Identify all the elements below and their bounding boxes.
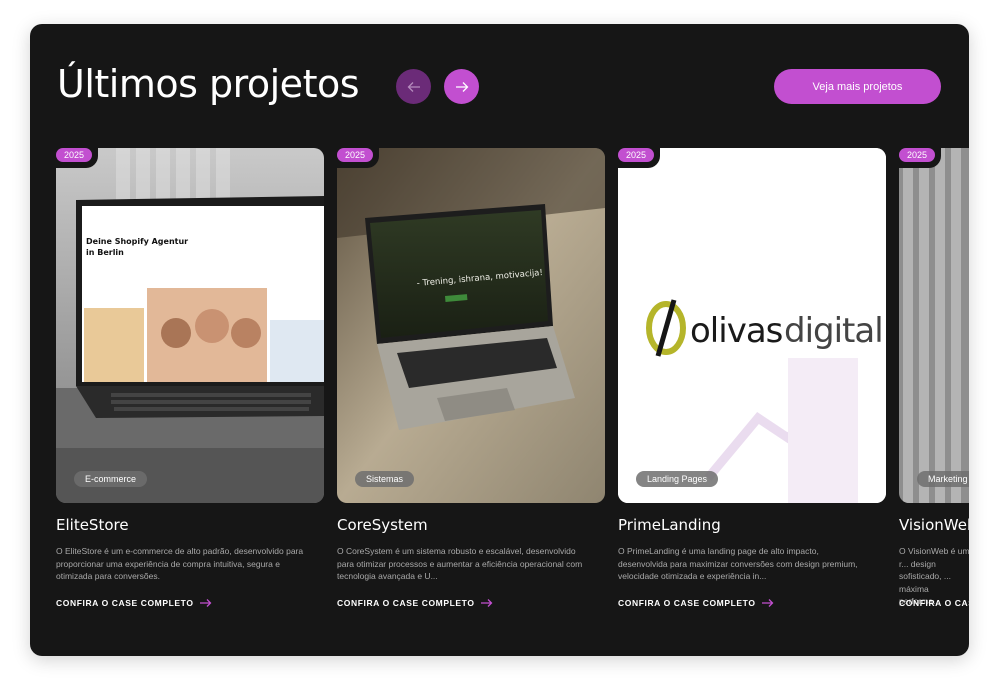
svg-text:Deine Shopify Agentur: Deine Shopify Agentur	[86, 237, 188, 246]
arrow-right-icon	[480, 599, 492, 607]
arrow-left-icon	[407, 81, 420, 92]
case-link[interactable]: CONFIRA O CASE COMPLETO	[618, 598, 774, 608]
project-description: O CoreSystem é um sistema robusto e esca…	[337, 546, 583, 581]
project-description: O PrimeLanding é uma landing page de alt…	[618, 546, 858, 581]
logo-text-olivas: olivas	[690, 311, 783, 351]
project-image[interactable]	[899, 148, 969, 503]
arrow-right-icon	[455, 81, 468, 92]
category-pill: Landing Pages	[636, 471, 719, 487]
arrow-right-icon	[761, 599, 773, 607]
year-badge: 2025	[333, 144, 380, 168]
laptop-mockup-image: - Trening, ishrana, motivacija!	[337, 148, 605, 503]
case-link[interactable]: CONFIRA O CASE COMPLETO	[337, 598, 493, 608]
project-title[interactable]: PrimeLanding	[618, 516, 721, 534]
category-pill: Sistemas	[355, 471, 415, 487]
category-pill: E-commerce	[74, 471, 148, 487]
project-title[interactable]: VisionWeb	[899, 516, 969, 534]
arrow-right-icon	[199, 599, 211, 607]
laptop-mockup-image: Deine Shopify Agentur in Berlin	[56, 148, 324, 503]
project-image[interactable]: Deine Shopify Agentur in Berlin	[56, 148, 324, 503]
category-pill: Marketing	[917, 471, 969, 487]
project-description: O EliteStore é um e-commerce de alto pad…	[56, 546, 304, 581]
svg-text:in Berlin: in Berlin	[86, 248, 124, 257]
carousel-prev-button[interactable]	[396, 69, 431, 104]
case-link[interactable]: CONFIRA O CASE COMPLETO	[56, 598, 212, 608]
section-title: Últimos projetos	[57, 62, 360, 106]
year-badge: 2025	[895, 144, 942, 168]
logo-text-digital: digital	[784, 311, 883, 351]
projects-section: Últimos projetos Veja mais projetos 2025	[30, 24, 969, 656]
logo-mockup-image: olivas digital	[618, 148, 886, 503]
carousel-next-button[interactable]	[444, 69, 479, 104]
project-title[interactable]: CoreSystem	[337, 516, 428, 534]
see-more-projects-button[interactable]: Veja mais projetos	[774, 69, 941, 104]
mockup-image	[899, 148, 969, 503]
project-title[interactable]: EliteStore	[56, 516, 129, 534]
project-image[interactable]: - Trening, ishrana, motivacija!	[337, 148, 605, 503]
year-badge: 2025	[614, 144, 661, 168]
project-image[interactable]: olivas digital	[618, 148, 886, 503]
case-link[interactable]: CONFIRA O CASE COMPLETO	[899, 598, 969, 608]
year-badge: 2025	[52, 144, 99, 168]
